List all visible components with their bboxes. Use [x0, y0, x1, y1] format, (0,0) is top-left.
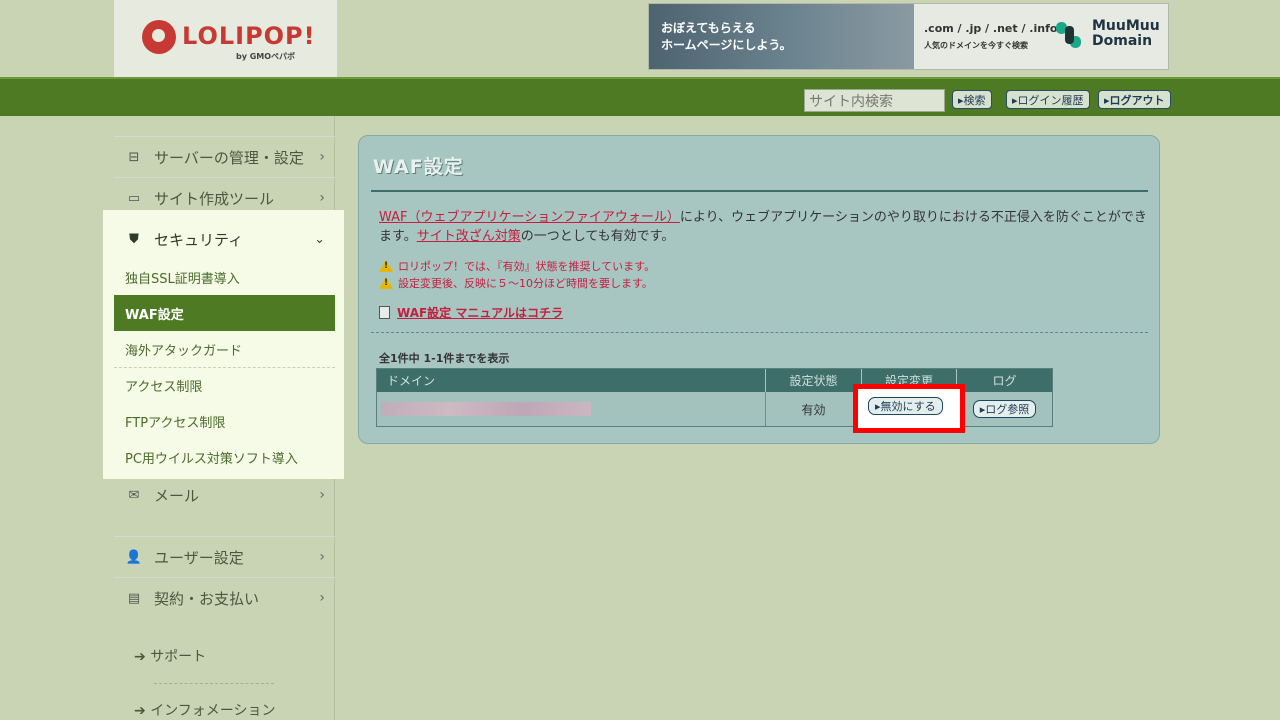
desc-text-2: の一つとしても有効です。	[520, 229, 675, 244]
security-item-ftp-limit[interactable]: FTPアクセス制限	[114, 403, 335, 439]
shield-icon: ⛊	[129, 231, 139, 247]
chevron-down-icon: ⌄	[314, 231, 325, 247]
domain-cell	[377, 392, 766, 426]
sidebar-item-information[interactable]: ➔ インフォメーション	[134, 700, 276, 720]
security-item-waf[interactable]: WAF設定	[114, 295, 335, 331]
sidebar-item-label: セキュリティ	[154, 230, 244, 249]
column-header-log: ログ	[957, 369, 1052, 392]
waf-link[interactable]: WAF（ウェブアプリケーションファイアウォール）	[379, 210, 680, 225]
page-title: WAF設定	[373, 156, 464, 178]
banner-photo: おぼえてもらえる ホームページにしよう。	[649, 4, 914, 69]
waf-description: WAF（ウェブアプリケーションファイアウォール）により、ウェブアプリケーションの…	[379, 208, 1147, 246]
banner-domains-sub: 人気のドメインを今すぐ検索	[924, 41, 1028, 50]
laptop-icon: ▭	[127, 190, 141, 206]
lolipop-logo-icon	[142, 20, 176, 54]
chevron-right-icon: ›	[319, 190, 325, 206]
sidebar-item-label: サポート	[150, 649, 207, 665]
divider	[154, 683, 274, 684]
arrow-right-icon: ➔	[134, 649, 151, 665]
chevron-right-icon: ›	[319, 149, 325, 165]
ad-banner[interactable]: おぼえてもらえる ホームページにしよう。 .com / .jp / .net /…	[648, 3, 1169, 70]
status-cell: 有効	[766, 392, 862, 426]
banner-left-text: おぼえてもらえる ホームページにしよう。	[661, 21, 792, 52]
banner-domains: .com / .jp / .net / .info	[924, 22, 1058, 35]
sidebar-item-label: サーバーの管理・設定	[154, 148, 304, 167]
top-header: LOLIPOP! by GMOペパボ おぼえてもらえる ホームページにしよう。 …	[0, 0, 1280, 77]
chevron-right-icon: ›	[319, 590, 325, 606]
warning-text: 設定変更後、反映に５～10分ほど時間を要します。	[398, 277, 653, 290]
sidebar-item-server[interactable]: ⊟ サーバーの管理・設定 ›	[114, 136, 335, 177]
login-history-button[interactable]: ▸ログイン履歴	[1006, 90, 1090, 109]
security-item-ssl[interactable]: 独自SSL証明書導入	[114, 259, 335, 295]
logo-text: LOLIPOP!	[182, 22, 316, 50]
security-item-access-limit[interactable]: アクセス制限	[114, 367, 335, 403]
sidebar-item-label: ユーザー設定	[154, 548, 244, 567]
logo-sub: by GMOペパボ	[236, 52, 296, 61]
warning-2: 設定変更後、反映に５～10分ほど時間を要します。	[379, 275, 653, 291]
credit-card-icon: ▤	[127, 590, 141, 606]
chevron-right-icon: ›	[319, 487, 325, 503]
mail-icon: ✉	[128, 487, 140, 503]
security-item-antivirus[interactable]: PC用ウイルス対策ソフト導入	[114, 439, 335, 475]
manual-link[interactable]: WAF設定 マニュアルはコチラ	[379, 304, 563, 321]
dashed-divider	[371, 332, 1148, 333]
header-toolbar: サイト内検索 ▸検索 ▸ログイン履歴 ▸ログアウト	[0, 77, 1280, 116]
sidebar-item-mail[interactable]: ✉ メール ›	[114, 474, 335, 515]
sidebar-item-user-settings[interactable]: 👤 ユーザー設定 ›	[114, 536, 335, 577]
column-header-domain: ドメイン	[377, 369, 766, 392]
muumuu-logo-icon	[1056, 22, 1081, 48]
tamper-link[interactable]: サイト改ざん対策	[417, 229, 521, 244]
highlight-box: ▸無効にする	[853, 384, 965, 433]
security-menu-panel: ⛊ セキュリティ ⌄ 独自SSL証明書導入 WAF設定 海外アタックガード アク…	[103, 210, 344, 479]
sidebar-item-label: サイト作成ツール	[154, 189, 275, 208]
security-item-overseas-guard[interactable]: 海外アタックガード	[114, 331, 335, 367]
warning-icon	[379, 277, 393, 289]
warning-icon	[379, 260, 393, 272]
manual-link-label: WAF設定 マニュアルはコチラ	[397, 306, 564, 320]
warning-text: ロリポップ！では、『有効』状態を推奨しています。	[398, 260, 656, 273]
logout-button[interactable]: ▸ログアウト	[1098, 90, 1171, 109]
waf-settings-panel: WAF設定 WAF（ウェブアプリケーションファイアウォール）により、ウェブアプリ…	[358, 135, 1160, 444]
sidebar-item-security[interactable]: ⛊ セキュリティ ⌄	[114, 219, 335, 259]
sidebar-item-label: インフォメーション	[150, 703, 276, 719]
view-log-button[interactable]: ▸ログ参照	[972, 400, 1037, 418]
title-divider	[371, 190, 1148, 192]
arrow-right-icon: ➔	[134, 703, 151, 719]
document-icon	[379, 306, 390, 319]
warning-1: ロリポップ！では、『有効』状態を推奨しています。	[379, 258, 655, 274]
user-icon: 👤	[125, 549, 143, 565]
sidebar-item-support[interactable]: ➔ サポート	[134, 646, 206, 666]
disable-waf-button[interactable]: ▸無効にする	[868, 397, 943, 415]
lolipop-logo[interactable]: LOLIPOP! by GMOペパボ	[114, 0, 337, 77]
log-cell: ▸ログ参照	[957, 392, 1052, 426]
redacted-domain	[381, 402, 591, 416]
sidebar-item-label: メール	[154, 486, 200, 505]
server-icon: ⊟	[128, 149, 140, 165]
sidebar-item-contract[interactable]: ▤ 契約・お支払い ›	[114, 577, 335, 618]
result-count: 全1件中 1-1件までを表示	[379, 352, 510, 365]
search-button[interactable]: ▸検索	[952, 90, 992, 109]
site-search-input[interactable]: サイト内検索	[804, 89, 945, 112]
banner-domain-area: .com / .jp / .net / .info 人気のドメインを今すぐ検索 …	[914, 4, 1168, 69]
column-header-status: 設定状態	[766, 369, 862, 392]
sidebar-item-label: 契約・お支払い	[154, 589, 260, 608]
banner-brand: MuuMuu Domain	[1092, 18, 1160, 49]
chevron-right-icon: ›	[319, 549, 325, 565]
